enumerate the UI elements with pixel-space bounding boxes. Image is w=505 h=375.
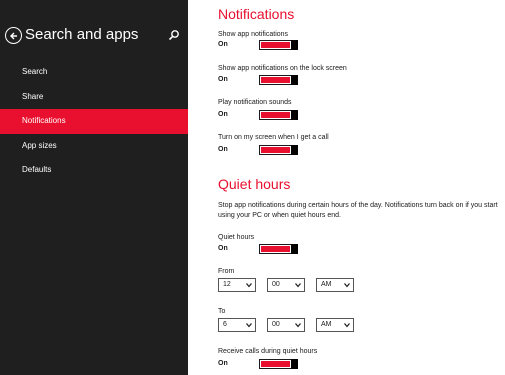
from-period-select[interactable]: AM: [316, 278, 354, 292]
toggle-state: On: [218, 360, 228, 367]
setting-label-show-app-notifications: Show app notifications: [218, 31, 289, 38]
select-value: AM: [321, 281, 332, 288]
setting-label-receive-calls: Receive calls during quiet hours: [218, 348, 318, 355]
main-content: Notifications Show app notifications On …: [218, 0, 505, 375]
chevron-down-icon: [295, 323, 301, 328]
toggle-knob: [291, 359, 298, 369]
sidebar-item-search[interactable]: Search: [0, 60, 188, 85]
toggle-knob: [291, 40, 298, 50]
back-button[interactable]: [5, 27, 22, 44]
to-minute-select[interactable]: 00: [267, 318, 305, 332]
setting-label-lock-screen-notifications: Show app notifications on the lock scree…: [218, 65, 347, 72]
toggle-state: On: [218, 146, 228, 153]
chevron-down-icon: [344, 323, 350, 328]
to-label: To: [218, 308, 226, 315]
toggle-state: On: [218, 111, 228, 118]
select-value: 00: [272, 281, 280, 288]
select-value: 00: [272, 321, 280, 328]
from-hour-select[interactable]: 12: [218, 278, 256, 292]
from-minute-select[interactable]: 00: [267, 278, 305, 292]
select-value: 6: [223, 321, 227, 328]
toggle-state: On: [218, 245, 228, 252]
to-period-select[interactable]: AM: [316, 318, 354, 332]
back-arrow-icon: [9, 32, 17, 39]
toggle-fill: [261, 112, 290, 118]
toggle-receive-calls[interactable]: [259, 359, 298, 369]
toggle-fill: [261, 361, 290, 367]
toggle-fill: [261, 42, 290, 48]
sidebar-nav: Search Share Notifications App sizes Def…: [0, 60, 188, 183]
toggle-quiet-hours[interactable]: [259, 244, 298, 254]
toggle-screen-on-call[interactable]: [259, 145, 298, 155]
select-value: AM: [321, 321, 332, 328]
select-value: 12: [223, 281, 231, 288]
quiet-hours-title: Quiet hours: [218, 176, 291, 192]
toggle-knob: [291, 145, 298, 155]
toggle-fill: [261, 77, 290, 83]
toggle-state: On: [218, 41, 228, 48]
quiet-hours-description: Stop app notifications during certain ho…: [218, 202, 498, 219]
toggle-fill: [261, 246, 290, 252]
toggle-lock-screen-notifications[interactable]: [259, 75, 298, 85]
setting-label-screen-on-call: Turn on my screen when I get a call: [218, 134, 329, 141]
to-hour-select[interactable]: 6: [218, 318, 256, 332]
toggle-fill: [261, 147, 290, 153]
chevron-down-icon: [246, 283, 252, 288]
sidebar-item-notifications[interactable]: Notifications: [0, 109, 188, 134]
sidebar-item-defaults[interactable]: Defaults: [0, 158, 188, 183]
toggle-knob: [291, 110, 298, 120]
sidebar-item-share[interactable]: Share: [0, 85, 188, 110]
sidebar-item-label: Notifications: [22, 116, 66, 125]
from-label: From: [218, 268, 235, 275]
sidebar-item-label: App sizes: [22, 140, 57, 150]
search-icon[interactable]: [168, 29, 180, 41]
chevron-down-icon: [246, 323, 252, 328]
sidebar-item-label: Defaults: [22, 165, 52, 174]
notifications-title: Notifications: [218, 6, 295, 22]
chevron-down-icon: [344, 283, 350, 288]
toggle-notification-sounds[interactable]: [259, 110, 298, 120]
toggle-knob: [291, 75, 298, 85]
toggle-knob: [291, 244, 298, 254]
chevron-down-icon: [295, 283, 301, 288]
setting-label-notification-sounds: Play notification sounds: [218, 99, 292, 106]
sidebar-title: Search and apps: [25, 26, 139, 43]
sidebar-item-app-sizes[interactable]: App sizes: [0, 134, 188, 159]
toggle-show-app-notifications[interactable]: [259, 40, 298, 50]
sidebar-item-label: Search: [22, 67, 48, 76]
sidebar: Search and apps Search Share Notificatio…: [0, 0, 188, 375]
setting-label-quiet-hours: Quiet hours: [218, 234, 255, 241]
toggle-state: On: [218, 76, 228, 83]
sidebar-item-label: Share: [22, 91, 44, 101]
sidebar-header: Search and apps: [0, 22, 188, 50]
